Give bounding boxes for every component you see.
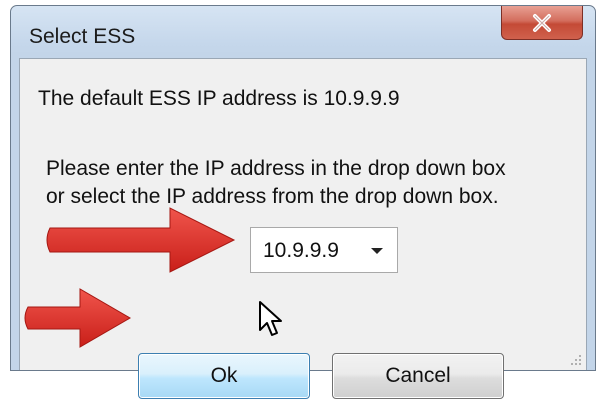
ip-address-dropdown[interactable]: 10.9.9.9 [250,227,398,273]
cancel-button[interactable]: Cancel [332,353,504,399]
close-button[interactable] [501,6,583,40]
instruction-line-1: Please enter the IP address in the drop … [46,157,506,180]
default-ip-text: The default ESS IP address is 10.9.9.9 [38,87,400,110]
title-bar[interactable]: Select ESS [11,6,595,56]
dialog-body: The default ESS IP address is 10.9.9.9 P… [19,58,587,399]
mouse-pointer-icon [259,301,282,336]
select-ess-dialog: Select ESS The default ESS IP address is… [10,5,596,399]
ip-address-value[interactable]: 10.9.9.9 [263,239,339,263]
ok-button[interactable]: Ok [138,353,310,399]
instruction-line-2: or select the IP address from the drop d… [46,185,499,208]
instruction-text: Please enter the IP address in the drop … [46,155,506,211]
window-title: Select ESS [29,25,136,48]
close-x-icon [533,13,551,32]
chevron-down-icon[interactable] [371,248,383,254]
resize-grip-icon[interactable] [570,354,582,366]
